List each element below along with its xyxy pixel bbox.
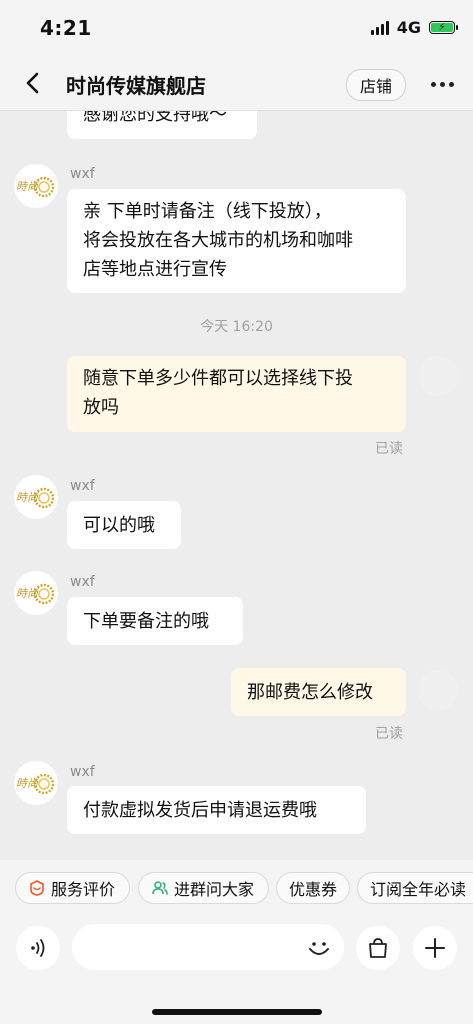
- shop-logo-icon: 時尚: [16, 176, 55, 198]
- message-text: 感谢您的支持哦～: [83, 111, 227, 125]
- shopping-bag-button[interactable]: [356, 926, 400, 970]
- quick-actions-bar: 服务评价 进群问大家 优惠券 订阅全年必读: [0, 860, 473, 916]
- status-time: 4:21: [40, 16, 92, 40]
- battery-icon: ⚡: [429, 21, 458, 34]
- message-text: 下单要备注的哦: [83, 611, 209, 632]
- chat-timestamp: 今天 16:20: [200, 319, 273, 335]
- message-bubble[interactable]: 感谢您的支持哦～: [67, 111, 257, 139]
- store-button[interactable]: 店铺: [346, 69, 406, 101]
- chat-area[interactable]: 感谢您的支持哦～ 時尚 wxf 亲 下单时请备注（线下投放）， 将会投放在各大城…: [0, 111, 473, 860]
- message-text: 那邮费怎么修改: [247, 682, 373, 703]
- more-icon-dot: [430, 81, 436, 87]
- quick-action-review[interactable]: 服务评价: [15, 872, 130, 904]
- shop-avatar[interactable]: 時尚: [14, 571, 58, 615]
- voice-button[interactable]: [16, 926, 60, 970]
- plus-button[interactable]: [413, 926, 457, 970]
- plus-icon: [425, 938, 445, 958]
- message-text: 付款虚拟发货后申请退运费哦: [83, 800, 317, 821]
- shop-logo-icon: 時尚: [16, 773, 55, 795]
- message-text: 可以的哦: [83, 515, 155, 536]
- status-bar: 4:21 4G ⚡: [0, 0, 473, 58]
- more-icon-dot: [439, 81, 445, 87]
- chip-label: 进群问大家: [174, 880, 255, 899]
- shop-logo-icon: 時尚: [16, 583, 55, 605]
- input-bar: [0, 916, 473, 1024]
- user-avatar[interactable]: [418, 670, 458, 710]
- status-icons: 4G ⚡: [370, 18, 458, 37]
- network-type: 4G: [396, 18, 421, 37]
- emoji-icon: [309, 942, 329, 955]
- message-text-line: 亲 下单时请备注（线下投放），: [83, 201, 332, 222]
- group-icon: [152, 881, 168, 895]
- shop-avatar[interactable]: 時尚: [14, 761, 58, 805]
- message-text-line: 将会投放在各大城市的机场和咖啡: [83, 230, 353, 251]
- quick-action-coupon[interactable]: 优惠券: [276, 872, 350, 904]
- message-bubble[interactable]: 可以的哦: [67, 501, 181, 549]
- signal-icon: [370, 20, 389, 35]
- voice-icon: [31, 939, 45, 957]
- message-bubble[interactable]: 下单要备注的哦: [67, 597, 243, 645]
- read-status: 已读: [375, 726, 403, 742]
- quick-action-group[interactable]: 进群问大家: [138, 872, 269, 904]
- back-button[interactable]: [18, 68, 48, 98]
- user-avatar[interactable]: [418, 356, 458, 396]
- chevron-left-icon: [26, 72, 39, 94]
- chip-label: 订阅全年必读: [370, 880, 467, 899]
- shopping-bag-icon: [369, 938, 387, 958]
- message-text-line: 放吗: [83, 397, 119, 418]
- sender-name: wxf: [70, 478, 95, 494]
- chip-label: 服务评价: [51, 880, 116, 899]
- read-status: 已读: [375, 441, 403, 457]
- message-bubble[interactable]: 亲 下单时请备注（线下投放）， 将会投放在各大城市的机场和咖啡 店等地点进行宣传: [67, 189, 406, 293]
- page-title: 时尚传媒旗舰店: [66, 74, 206, 98]
- message-bubble[interactable]: 付款虚拟发货后申请退运费哦: [67, 786, 366, 834]
- shop-avatar[interactable]: 時尚: [14, 164, 58, 208]
- shop-avatar[interactable]: 時尚: [14, 475, 58, 519]
- home-indicator: [152, 1009, 322, 1015]
- message-bubble[interactable]: 随意下单多少件都可以选择线下投 放吗: [67, 356, 406, 432]
- emoji-button[interactable]: [302, 931, 336, 965]
- avatar-text: 時尚: [16, 491, 39, 504]
- avatar-text: 時尚: [16, 587, 39, 600]
- message-text-line: 店等地点进行宣传: [83, 259, 227, 280]
- avatar-text: 時尚: [16, 180, 39, 193]
- chip-label: 优惠券: [289, 880, 338, 899]
- avatar-text: 時尚: [16, 777, 39, 790]
- message-bubble[interactable]: 那邮费怎么修改: [231, 668, 406, 716]
- shop-logo-icon: 時尚: [16, 487, 55, 509]
- nav-bar: 时尚传媒旗舰店 店铺: [0, 58, 473, 111]
- message-text-line: 随意下单多少件都可以选择线下投: [83, 368, 353, 389]
- sender-name: wxf: [70, 764, 95, 780]
- sender-name: wxf: [70, 166, 95, 182]
- review-icon: [30, 880, 44, 896]
- more-icon-dot: [448, 81, 454, 87]
- sender-name: wxf: [70, 574, 95, 590]
- quick-action-subscribe[interactable]: 订阅全年必读: [357, 872, 473, 904]
- more-options-button[interactable]: [426, 72, 458, 96]
